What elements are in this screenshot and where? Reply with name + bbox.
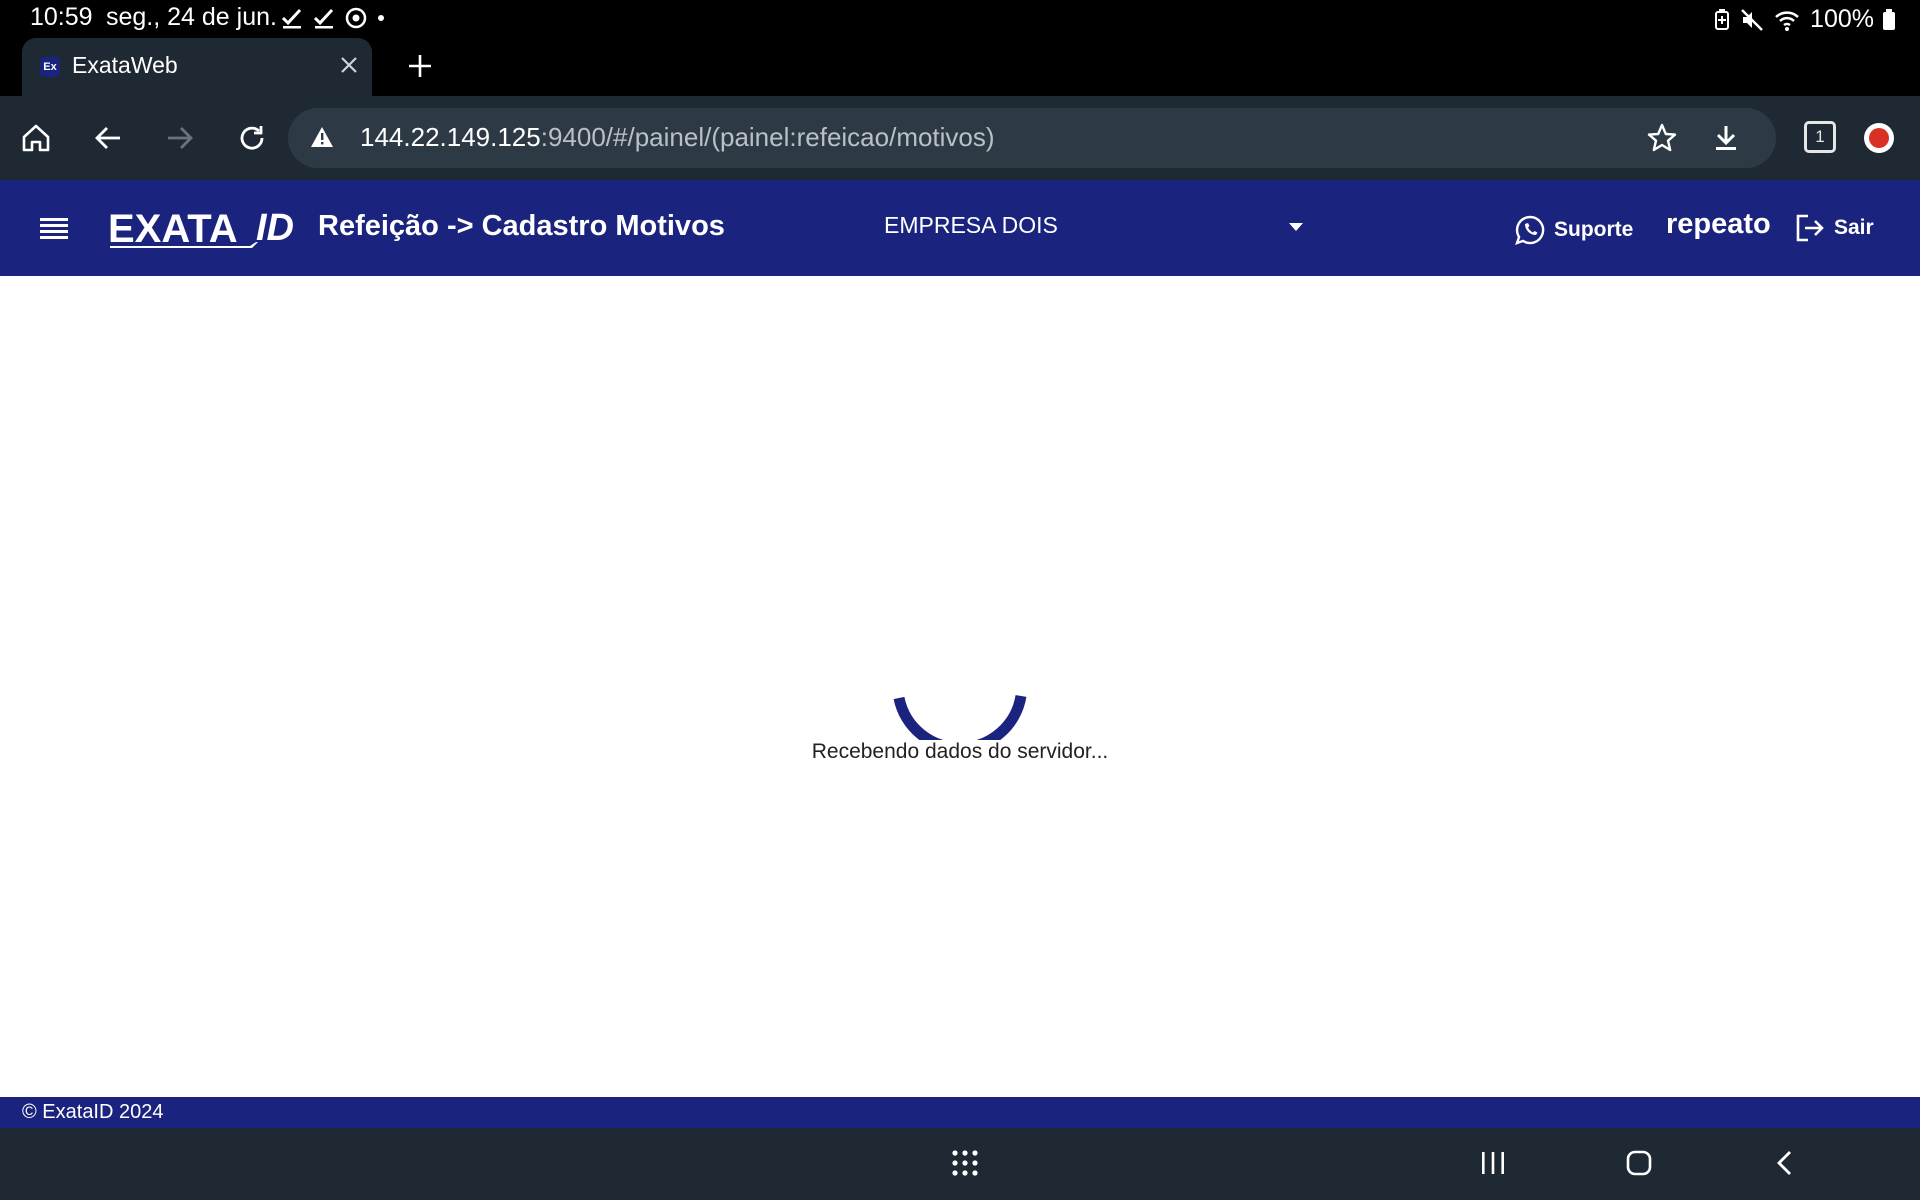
not-secure-warning-icon[interactable] [310, 126, 334, 148]
home-nav-icon[interactable] [1624, 1148, 1654, 1178]
status-bar: 10:59 seg., 24 de jun. 100% [0, 0, 1920, 36]
back-nav-icon[interactable] [1772, 1148, 1798, 1178]
company-select[interactable]: EMPRESA DOIS [884, 212, 1304, 246]
profile-avatar-icon[interactable] [1864, 123, 1894, 153]
system-icons: 100% [1714, 5, 1896, 34]
status-date: seg., 24 de jun. [106, 3, 277, 31]
page-title: Refeição -> Cadastro Motivos [318, 210, 725, 242]
url-path: :9400/#/painel/(painel:refeicao/motivos) [540, 122, 995, 152]
tab-title: ExataWeb [72, 52, 178, 78]
bookmark-star-icon[interactable] [1646, 122, 1678, 154]
forward-arrow-icon[interactable] [160, 118, 200, 158]
app-drawer-icon[interactable] [950, 1148, 980, 1178]
support-label: Suporte [1554, 218, 1634, 241]
loading-message: Recebendo dados do servidor... [811, 740, 1109, 763]
pokeball-icon [344, 6, 368, 30]
menu-icon[interactable] [40, 216, 68, 240]
new-tab-button[interactable] [406, 52, 434, 80]
status-time: 10:59 [30, 3, 93, 31]
logout-label: Sair [1834, 216, 1874, 239]
logout-button[interactable]: Sair [1794, 212, 1874, 244]
exataid-logo: EXATA ID [108, 206, 298, 252]
svg-text:ID: ID [256, 207, 294, 249]
browser-tab-strip: Ex ExataWeb [0, 36, 1920, 96]
app-header: EXATA ID Refeição -> Cadastro Motivos EM… [0, 180, 1920, 276]
whatsapp-icon [1514, 214, 1546, 246]
username: repeato [1666, 208, 1771, 240]
home-icon[interactable] [16, 118, 56, 158]
logout-icon [1794, 212, 1826, 244]
address-bar[interactable]: 144.22.149.125:9400/#/painel/(painel:ref… [288, 108, 1776, 168]
url-host: 144.22.149.125 [360, 122, 541, 152]
dot-icon [376, 6, 386, 30]
back-arrow-icon[interactable] [88, 118, 128, 158]
loading-spinner [893, 690, 1027, 740]
browser-toolbar: 144.22.149.125:9400/#/painel/(painel:ref… [0, 96, 1920, 180]
check-icon [280, 6, 304, 30]
recent-apps-icon[interactable] [1480, 1148, 1506, 1178]
favicon-icon: Ex [40, 57, 60, 77]
mute-icon [1740, 8, 1764, 32]
url-text[interactable]: 144.22.149.125:9400/#/painel/(painel:ref… [360, 122, 995, 153]
battery-icon [1882, 8, 1896, 32]
download-icon[interactable] [1710, 122, 1742, 154]
notification-icons [280, 6, 386, 30]
svg-text:EXATA: EXATA [108, 207, 238, 251]
tab-switcher-button[interactable]: 1 [1804, 121, 1836, 153]
close-tab-icon[interactable] [338, 54, 360, 76]
wifi-icon [1774, 8, 1800, 32]
copyright-text: © ExataID 2024 [22, 1101, 164, 1123]
system-nav-bar [0, 1128, 1920, 1200]
browser-tab[interactable]: Ex ExataWeb [22, 38, 372, 96]
battery-level: 100% [1810, 5, 1874, 33]
company-select-value: EMPRESA DOIS [884, 212, 1058, 238]
check-icon [312, 6, 336, 30]
support-button[interactable]: Suporte [1514, 214, 1633, 246]
reload-icon[interactable] [232, 118, 272, 158]
caret-down-icon [1288, 222, 1304, 232]
battery-saver-icon [1714, 8, 1730, 32]
app-footer: © ExataID 2024 [0, 1097, 1920, 1128]
